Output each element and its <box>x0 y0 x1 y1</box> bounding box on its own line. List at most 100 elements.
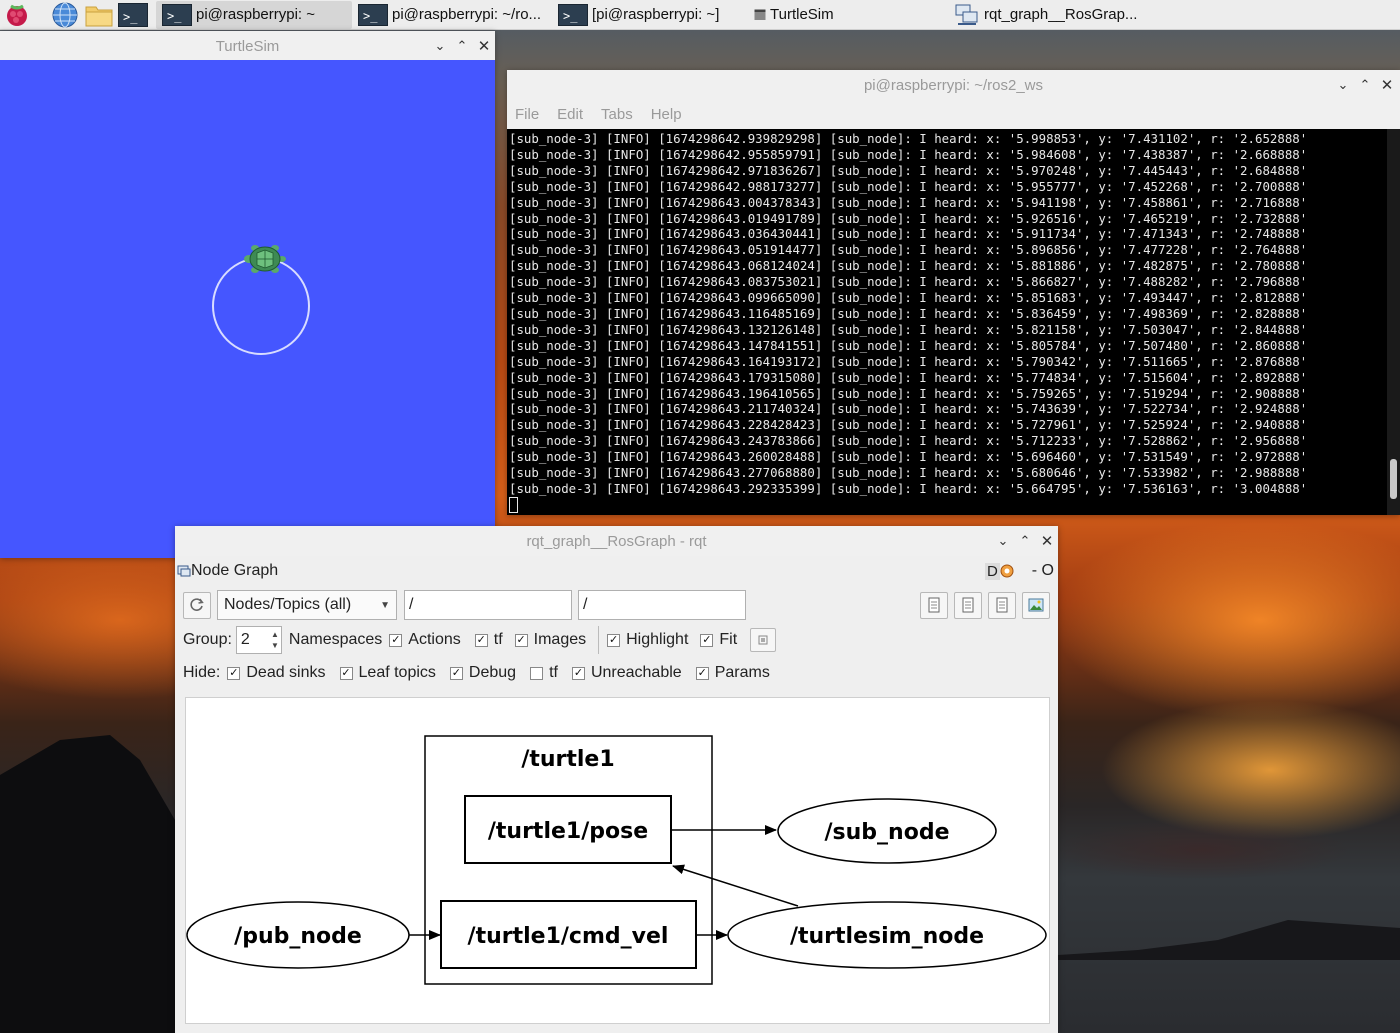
node-turtlesim-label: /turtlesim_node <box>790 924 984 949</box>
plugin-icon <box>177 565 191 577</box>
task-label: pi@raspberrypi: ~/ro... <box>392 6 542 23</box>
folder-icon <box>85 6 113 26</box>
group-label: Group: <box>183 631 232 648</box>
file-manager-launcher[interactable] <box>82 0 116 30</box>
graph-mode-value: Nodes/Topics (all) <box>224 596 352 613</box>
unreachable-checkbox[interactable]: ✓ <box>571 666 585 680</box>
maximize-icon[interactable]: ⌃ <box>455 38 469 54</box>
terminal-line: [sub_node-3] [INFO] [1674298643.14784155… <box>509 337 1308 353</box>
terminal-lines: [sub_node-3] [INFO] [1674298642.93982929… <box>509 131 1387 514</box>
dock-badge[interactable]: D <box>984 562 1000 580</box>
terminal-icon: >_ <box>118 2 148 27</box>
save-image-button[interactable] <box>1022 591 1050 619</box>
hide-label: Hide: <box>183 664 221 681</box>
topic-filter-value: / <box>583 596 588 613</box>
task-terminal-minimized[interactable]: >_ [pi@raspberrypi: ~] <box>552 1 748 29</box>
terminal-line: [sub_node-3] [INFO] [1674298643.19641056… <box>509 385 1308 401</box>
actions-checkbox[interactable]: Actions ✓ <box>408 631 493 649</box>
checkbox-icon[interactable]: ✓ <box>514 633 528 647</box>
refresh-button[interactable] <box>183 591 211 619</box>
save-dot-button[interactable] <box>954 591 982 619</box>
terminal-icon: >_ <box>162 3 192 26</box>
close-icon[interactable]: ✕ <box>1380 76 1394 94</box>
terminal-launcher[interactable]: >_ <box>116 0 150 30</box>
task-terminal-home[interactable]: >_ pi@raspberrypi: ~ <box>156 0 352 29</box>
checkbox-icon[interactable]: ✓ <box>389 633 403 647</box>
graph-canvas[interactable]: /turtle1 /turtle1/pose /turtle1/cmd_vel … <box>185 697 1050 1024</box>
leaf-topics-checkbox[interactable]: ✓ <box>339 666 353 680</box>
window-icon <box>754 9 766 20</box>
rqt-titlebar[interactable]: rqt_graph__RosGraph - rqt ⌄ ⌃ ✕ <box>175 526 1058 556</box>
graph-mode-select[interactable]: Nodes/Topics (all) ▼ <box>217 590 397 620</box>
task-rqt-graph[interactable]: rqt_graph__RosGrap... <box>948 1 1148 29</box>
highlight-label: Highlight <box>626 631 689 648</box>
menu-edit[interactable]: Edit <box>557 106 583 123</box>
plugin-window-controls[interactable]: - O <box>1032 562 1054 580</box>
fit-view-button[interactable] <box>750 628 777 652</box>
document-icon <box>996 597 1008 613</box>
window-title: pi@raspberrypi: ~/ros2_ws <box>863 76 1044 94</box>
terminal-line: [sub_node-3] [INFO] [1674298643.05191447… <box>509 242 1308 258</box>
terminal-prompt[interactable] <box>509 497 1387 514</box>
hide-option-label: tf <box>549 664 558 681</box>
terminal-line: [sub_node-3] [INFO] [1674298643.08375302… <box>509 274 1308 290</box>
close-icon[interactable]: ✕ <box>1040 532 1054 550</box>
hide-options-row: Hide: ✓ Dead sinks ✓ Leaf topics ✓ Debug… <box>183 664 770 682</box>
turtle-canvas <box>0 60 495 558</box>
params-checkbox[interactable]: ✓ <box>695 666 709 680</box>
terminal-titlebar[interactable]: pi@raspberrypi: ~/ros2_ws ⌄ ⌃ ✕ <box>507 70 1400 100</box>
turtlesim-titlebar[interactable]: TurtleSim ⌄ ⌃ ✕ <box>0 31 495 61</box>
terminal-line: [sub_node-3] [INFO] [1674298642.97183626… <box>509 162 1308 178</box>
topic-filter-input[interactable]: / <box>578 590 746 620</box>
task-label: [pi@raspberrypi: ~] <box>592 6 720 23</box>
load-dot-button[interactable] <box>920 591 948 619</box>
task-terminal-ros2ws[interactable]: >_ pi@raspberrypi: ~/ro... <box>352 1 552 29</box>
menu-help[interactable]: Help <box>651 106 682 123</box>
raspberry-menu-button[interactable] <box>0 0 34 30</box>
checkbox-icon[interactable]: ✓ <box>474 633 488 647</box>
mountain-silhouette <box>0 735 180 1033</box>
fit-checkbox[interactable]: ✓ <box>700 633 714 647</box>
group-option-label: Actions <box>408 631 461 648</box>
turtlesim-window: TurtleSim ⌄ ⌃ ✕ <box>0 31 495 558</box>
group-spinbox[interactable]: 2 ▲ ▼ <box>235 626 282 654</box>
task-label: TurtleSim <box>770 6 834 23</box>
images-checkbox[interactable]: Images <box>534 631 586 649</box>
debug-checkbox[interactable]: ✓ <box>449 666 463 680</box>
node-sub-label: /sub_node <box>825 820 950 845</box>
menu-tabs[interactable]: Tabs <box>601 106 633 123</box>
terminal-output[interactable]: [sub_node-3] [INFO] [1674298642.93982929… <box>507 129 1400 515</box>
help-icon[interactable] <box>1000 564 1014 578</box>
chevron-down-icon[interactable]: ⌄ <box>996 533 1010 549</box>
dead-sinks-checkbox[interactable]: ✓ <box>227 666 241 680</box>
taskbar: >_ >_ pi@raspberrypi: ~ >_ pi@raspberryp… <box>0 0 1400 30</box>
tf-hide-checkbox[interactable] <box>530 666 544 680</box>
node-pub-label: /pub_node <box>234 924 362 949</box>
refresh-icon <box>190 598 204 611</box>
save-svg-button[interactable] <box>988 591 1016 619</box>
terminal-scrollbar[interactable] <box>1387 129 1400 515</box>
node-filter-input[interactable]: / <box>404 590 572 620</box>
menu-file[interactable]: File <box>515 106 539 123</box>
web-browser-launcher[interactable] <box>48 0 82 30</box>
plugin-title: Node Graph <box>191 562 279 579</box>
tf-checkbox[interactable]: tf ✓ <box>494 631 534 649</box>
window-title: rqt_graph__RosGraph - rqt <box>526 532 707 550</box>
maximize-icon[interactable]: ⌃ <box>1358 77 1372 93</box>
fit-label: Fit <box>719 631 738 648</box>
task-turtlesim[interactable]: TurtleSim <box>748 1 948 29</box>
maximize-icon[interactable]: ⌃ <box>1018 533 1032 549</box>
namespaces-checkbox[interactable]: Namespaces ✓ <box>289 631 408 649</box>
spin-arrows-icon[interactable]: ▲ ▼ <box>271 629 279 651</box>
terminal-line: [sub_node-3] [INFO] [1674298643.00437834… <box>509 194 1308 210</box>
terminal-line: [sub_node-3] [INFO] [1674298643.09966509… <box>509 290 1308 306</box>
scrollbar-thumb[interactable] <box>1390 459 1397 499</box>
highlight-checkbox[interactable]: ✓ <box>607 633 621 647</box>
terminal-line: [sub_node-3] [INFO] [1674298643.24378386… <box>509 433 1308 449</box>
chevron-down-icon[interactable]: ⌄ <box>1336 77 1350 93</box>
close-icon[interactable]: ✕ <box>477 37 491 55</box>
terminal-line: [sub_node-3] [INFO] [1674298643.01949178… <box>509 210 1308 226</box>
terminal-line: [sub_node-3] [INFO] [1674298643.22842842… <box>509 417 1308 433</box>
chevron-down-icon[interactable]: ⌄ <box>433 38 447 54</box>
group-option-label: Images <box>533 631 587 648</box>
